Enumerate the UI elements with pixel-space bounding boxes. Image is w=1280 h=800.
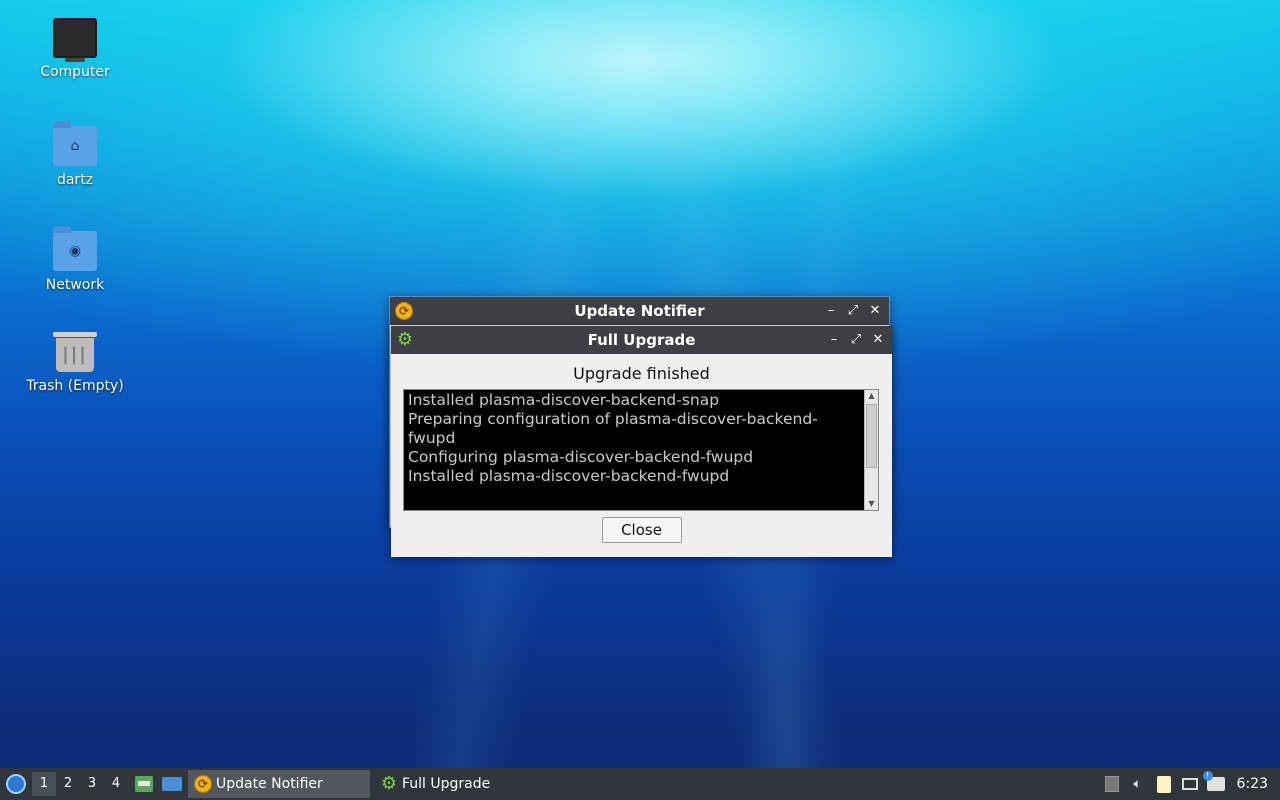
home-folder-icon: ⌂ — [53, 121, 97, 166]
update-available-icon[interactable] — [1202, 771, 1225, 793]
update-notifier-icon: ⟳ — [395, 302, 413, 320]
task-label: Full Upgrade — [402, 776, 491, 792]
workspace-3[interactable]: 3 — [80, 772, 104, 796]
volume-icon[interactable]: 🔈︎ — [1129, 775, 1147, 793]
minimize-button[interactable]: – — [823, 303, 839, 319]
log-text-area: Installed plasma-discover-backend-snap P… — [408, 391, 862, 510]
update-notifier-titlebar[interactable]: ⟳ Update Notifier – ⤢ ✕ — [390, 297, 889, 325]
log-line: Configuring plasma-discover-backend-fwup… — [408, 448, 754, 466]
maximize-button[interactable]: ⤢ — [848, 332, 864, 348]
gear-icon: ⚙ — [396, 329, 414, 350]
workspace-2[interactable]: 2 — [56, 772, 80, 796]
desktop-icon-home[interactable]: ⌂ dartz — [20, 121, 130, 188]
update-notifier-icon: ⟳ — [194, 775, 212, 793]
workspace-4[interactable]: 4 — [104, 772, 128, 796]
scrollbar-thumb[interactable] — [866, 404, 877, 468]
upgrade-status-heading: Upgrade finished — [573, 364, 710, 383]
log-line: Installed plasma-discover-backend-fwupd — [408, 467, 730, 485]
network-icon[interactable] — [1181, 775, 1199, 793]
show-desktop-button[interactable] — [160, 772, 184, 796]
show-desktop-icon — [162, 777, 182, 791]
desktop-icon-trash[interactable]: Trash (Empty) — [20, 332, 130, 394]
log-line: Preparing configuration of plasma-discov… — [408, 410, 818, 447]
log-line: Installed plasma-discover-backend-snap — [408, 391, 720, 409]
file-manager-icon — [135, 776, 153, 792]
system-tray: 🔈︎ 6:23 — [1103, 771, 1280, 793]
desktop-icon-network[interactable]: ◉ Network — [20, 226, 130, 293]
close-window-button[interactable]: ✕ — [870, 332, 886, 348]
lubuntu-logo-icon — [6, 774, 26, 794]
window-title: Full Upgrade — [587, 331, 696, 349]
maximize-button[interactable]: ⤢ — [845, 303, 861, 319]
upgrade-log[interactable]: Installed plasma-discover-backend-snap P… — [403, 389, 879, 511]
desktop-icon-label: Computer — [40, 64, 110, 80]
minimize-button[interactable]: – — [826, 332, 842, 348]
scroll-up-arrow-icon[interactable]: ▲ — [865, 390, 878, 402]
desktop-icon-label: Network — [45, 277, 105, 293]
full-upgrade-window[interactable]: ⚙ Full Upgrade – ⤢ ✕ Upgrade finished In… — [391, 326, 892, 557]
task-label: Update Notifier — [216, 776, 323, 792]
desktop-icon-label: Trash (Empty) — [26, 378, 124, 394]
desktop-icon-label: dartz — [56, 172, 94, 188]
clock[interactable]: 6:23 — [1233, 776, 1272, 792]
full-upgrade-titlebar[interactable]: ⚙ Full Upgrade – ⤢ ✕ — [391, 326, 892, 354]
log-scrollbar[interactable]: ▲ ▼ — [864, 390, 878, 510]
task-update-notifier[interactable]: ⟳ Update Notifier — [188, 770, 370, 798]
start-menu-button[interactable] — [0, 768, 32, 800]
workspace-1[interactable]: 1 — [32, 772, 56, 796]
desktop-icon-computer[interactable]: Computer — [20, 18, 130, 80]
scroll-down-arrow-icon[interactable]: ▼ — [865, 498, 878, 510]
file-manager-launcher[interactable] — [132, 772, 156, 796]
clipboard-icon[interactable] — [1155, 775, 1173, 793]
eject-icon[interactable] — [1103, 775, 1121, 793]
network-folder-icon: ◉ — [53, 226, 97, 271]
close-button[interactable]: Close — [601, 517, 682, 543]
gear-icon: ⚙ — [380, 773, 398, 794]
computer-icon — [53, 18, 97, 62]
task-full-upgrade[interactable]: ⚙ Full Upgrade — [374, 770, 496, 798]
taskbar: 1 2 3 4 ⟳ Update Notifier ⚙ Full Upgrade… — [0, 768, 1280, 800]
trash-icon — [53, 332, 97, 372]
close-window-button[interactable]: ✕ — [867, 303, 883, 319]
window-title: Update Notifier — [574, 302, 705, 320]
